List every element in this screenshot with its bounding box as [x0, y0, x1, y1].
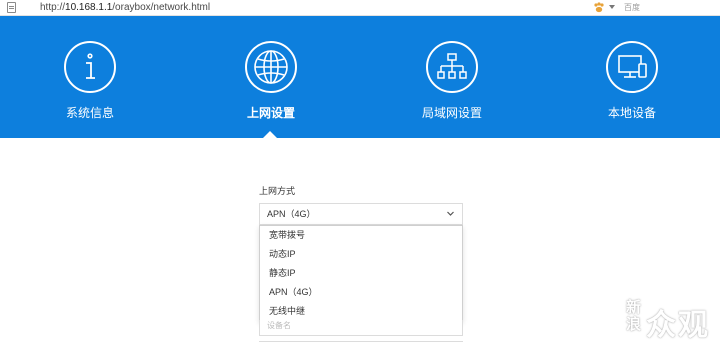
- info-icon: [64, 41, 116, 93]
- option-static-ip[interactable]: 静态IP: [260, 264, 462, 283]
- url-path: /oraybox/network.html: [112, 2, 211, 13]
- nav-label-internet-settings: 上网设置: [246, 106, 295, 120]
- nav-item-local-devices[interactable]: 本地设备: [562, 16, 702, 138]
- connection-type-select[interactable]: APN（4G）: [259, 203, 463, 225]
- connection-type-dropdown: 宽带拨号 动态IP 静态IP APN（4G） 无线中继: [259, 225, 463, 322]
- nav-item-internet-settings[interactable]: 上网设置: [201, 16, 341, 138]
- watermark-text: 众观: [646, 309, 710, 342]
- browser-address-bar: http://10.168.1.1/oraybox/network.html 百…: [0, 0, 720, 16]
- nav-item-lan-settings[interactable]: 局域网设置: [382, 16, 522, 138]
- connection-type-label: 上网方式: [259, 186, 296, 196]
- watermark: 新 浪 众观: [626, 296, 718, 342]
- url-host: 10.168.1.1: [65, 2, 113, 13]
- nav-label-system-info: 系统信息: [65, 106, 114, 120]
- chevron-down-icon[interactable]: [609, 5, 615, 9]
- globe-icon: [245, 41, 297, 93]
- option-wireless-repeater[interactable]: 无线中继: [260, 302, 462, 321]
- top-navigation: 系统信息 上网设置 局域网设置 本地设备: [0, 16, 720, 138]
- nav-item-system-info[interactable]: 系统信息: [20, 16, 160, 138]
- option-apn-4g[interactable]: APN（4G）: [260, 283, 462, 302]
- devices-icon: [606, 41, 658, 93]
- device-name-placeholder: 设备名: [267, 321, 291, 330]
- device-name-input[interactable]: 设备名: [259, 320, 463, 336]
- url-prefix: http://: [40, 2, 66, 13]
- nav-label-lan-settings: 局域网设置: [421, 106, 482, 120]
- url-field[interactable]: http://10.168.1.1/oraybox/network.html: [40, 1, 210, 14]
- option-pppoe[interactable]: 宽带拨号: [260, 226, 462, 245]
- network-icon: [426, 41, 478, 93]
- page-icon: [7, 2, 16, 13]
- selected-value: APN（4G）: [267, 209, 316, 219]
- watermark-char: 浪: [626, 316, 642, 333]
- nav-label-local-devices: 本地设备: [607, 106, 656, 120]
- search-engine-label[interactable]: 百度: [624, 2, 640, 13]
- chevron-down-icon: [447, 211, 454, 216]
- paw-icon[interactable]: [593, 2, 605, 13]
- active-tab-pointer: [263, 131, 277, 138]
- option-dhcp[interactable]: 动态IP: [260, 245, 462, 264]
